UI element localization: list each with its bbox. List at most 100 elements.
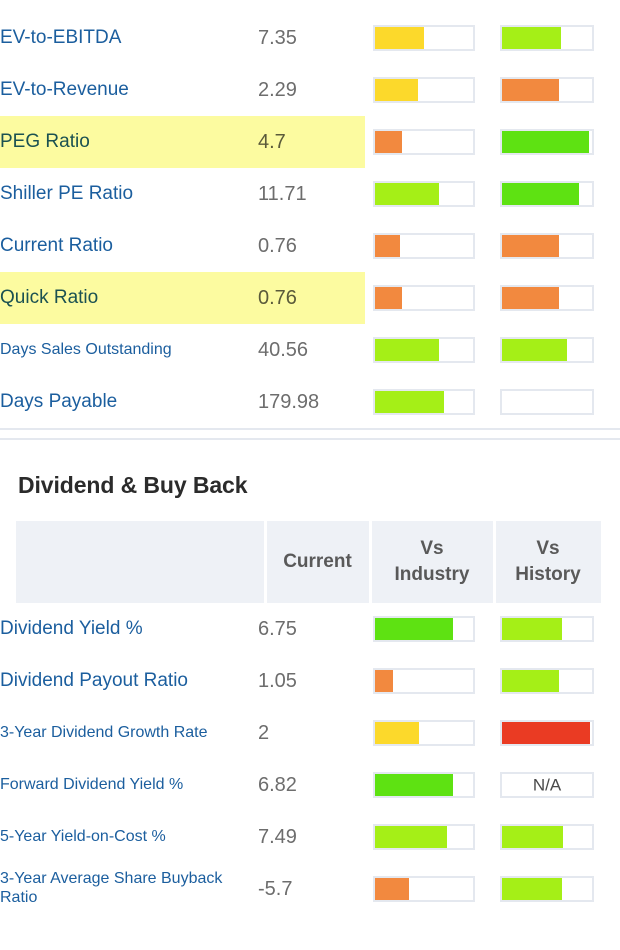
vs-history-bar bbox=[500, 233, 594, 259]
header-cell-vs-industry: Vs Industry bbox=[370, 521, 496, 603]
metric-label[interactable]: Quick Ratio bbox=[0, 272, 258, 324]
cell-vs-industry bbox=[365, 655, 493, 707]
bar-fill bbox=[375, 391, 444, 413]
bar-fill bbox=[502, 826, 564, 848]
vs-industry-bar bbox=[373, 233, 475, 259]
vs-history-bar bbox=[500, 129, 594, 155]
bar-fill bbox=[502, 878, 563, 900]
metric-label[interactable]: EV-to-EBITDA bbox=[0, 12, 258, 64]
vs-history-bar bbox=[500, 389, 594, 415]
bar-fill bbox=[375, 79, 419, 101]
metric-value: 1.05 bbox=[258, 669, 297, 692]
cell-vs-history bbox=[493, 12, 620, 64]
metric-value: 2.29 bbox=[258, 78, 297, 101]
metric-label[interactable]: Dividend Yield % bbox=[0, 603, 258, 655]
bar-fill bbox=[502, 339, 567, 361]
table-row: EV-to-Revenue 2.29 bbox=[0, 64, 620, 116]
table-row: Current Ratio 0.76 bbox=[0, 220, 620, 272]
metric-value: 6.75 bbox=[258, 617, 297, 640]
bar-fill bbox=[375, 670, 393, 692]
table-row: PEG Ratio 4.7 bbox=[0, 116, 620, 168]
table-row: EV-to-EBITDA 7.35 bbox=[0, 12, 620, 64]
vs-history-bar bbox=[500, 77, 594, 103]
bar-fill bbox=[375, 618, 454, 640]
bar-fill bbox=[375, 287, 403, 309]
metric-label[interactable]: 5-Year Yield-on-Cost % bbox=[0, 811, 258, 863]
top-spacer bbox=[0, 0, 620, 12]
vs-history-bar: N/A bbox=[500, 772, 594, 798]
header-left-spacer bbox=[0, 521, 16, 603]
metric-label[interactable]: EV-to-Revenue bbox=[0, 64, 258, 116]
metric-value: 7.35 bbox=[258, 26, 297, 49]
bar-na-label: N/A bbox=[532, 775, 562, 795]
cell-vs-industry bbox=[365, 376, 493, 428]
cell-vs-history bbox=[493, 116, 620, 168]
cell-vs-industry bbox=[365, 603, 493, 655]
cell-vs-history bbox=[493, 168, 620, 220]
metric-value: 7.49 bbox=[258, 825, 297, 848]
bar-fill bbox=[502, 27, 562, 49]
cell-vs-history bbox=[493, 655, 620, 707]
table-row: Shiller PE Ratio 11.71 bbox=[0, 168, 620, 220]
header-cell-current: Current bbox=[265, 521, 372, 603]
financial-metrics-page: EV-to-EBITDA 7.35 EV-to-Revenue 2.29 PEG Rat… bbox=[0, 0, 620, 950]
cell-vs-history bbox=[493, 64, 620, 116]
metric-label[interactable]: Dividend Payout Ratio bbox=[0, 655, 258, 707]
metric-label[interactable]: Shiller PE Ratio bbox=[0, 168, 258, 220]
cell-vs-industry bbox=[365, 64, 493, 116]
bar-fill bbox=[375, 878, 410, 900]
vs-history-bar bbox=[500, 285, 594, 311]
bar-fill bbox=[502, 79, 559, 101]
table-row: Forward Dividend Yield % 6.82 N/A bbox=[0, 759, 620, 811]
cell-vs-history bbox=[493, 376, 620, 428]
cell-vs-industry bbox=[365, 272, 493, 324]
metric-value: -5.7 bbox=[258, 877, 293, 900]
metric-value: 6.82 bbox=[258, 773, 297, 796]
table-row: 3-Year Dividend Growth Rate 2 bbox=[0, 707, 620, 759]
divider-line-bottom bbox=[0, 438, 620, 440]
vs-history-bar bbox=[500, 876, 594, 902]
vs-industry-bar bbox=[373, 772, 475, 798]
cell-vs-industry bbox=[365, 707, 493, 759]
bar-fill bbox=[375, 27, 424, 49]
metric-label[interactable]: PEG Ratio bbox=[0, 116, 258, 168]
metric-label[interactable]: 3-Year Average Share Buyback Ratio bbox=[0, 863, 258, 915]
metric-value: 11.71 bbox=[258, 182, 307, 205]
vs-industry-bar bbox=[373, 129, 475, 155]
metric-label[interactable]: Current Ratio bbox=[0, 220, 258, 272]
metric-label[interactable]: Days Payable bbox=[0, 376, 258, 428]
cell-vs-industry bbox=[365, 811, 493, 863]
metric-value: 40.56 bbox=[258, 338, 309, 361]
bar-fill bbox=[375, 131, 403, 153]
bar-fill bbox=[502, 183, 579, 205]
table-row: 5-Year Yield-on-Cost % 7.49 bbox=[0, 811, 620, 863]
cell-vs-history bbox=[493, 272, 620, 324]
valuation-table-body: EV-to-EBITDA 7.35 EV-to-Revenue 2.29 PEG Rat… bbox=[0, 12, 620, 428]
bar-fill bbox=[375, 826, 447, 848]
header-vs-industry-line1: Vs bbox=[420, 538, 444, 560]
cell-vs-industry bbox=[365, 12, 493, 64]
cell-vs-history bbox=[493, 863, 620, 915]
bar-fill bbox=[502, 131, 590, 153]
bar-fill bbox=[375, 235, 401, 257]
dividend-header-row: Current Vs Industry Vs History bbox=[0, 521, 620, 603]
metric-label[interactable]: 3-Year Dividend Growth Rate bbox=[0, 707, 258, 759]
table-row: Dividend Yield % 6.75 bbox=[0, 603, 620, 655]
vs-history-bar bbox=[500, 337, 594, 363]
vs-industry-bar bbox=[373, 25, 475, 51]
metric-value: 2 bbox=[258, 721, 270, 744]
bar-fill bbox=[502, 618, 563, 640]
header-vs-history-line1: Vs bbox=[536, 538, 560, 560]
bar-fill bbox=[375, 722, 420, 744]
vs-industry-bar bbox=[373, 77, 475, 103]
dividend-metrics-table: Dividend Yield % 6.75 Dividend Payout Rati… bbox=[0, 603, 620, 915]
cell-vs-industry bbox=[365, 116, 493, 168]
vs-industry-bar bbox=[373, 181, 475, 207]
cell-vs-industry bbox=[365, 220, 493, 272]
vs-industry-bar bbox=[373, 720, 475, 746]
vs-industry-bar bbox=[373, 285, 475, 311]
metric-label[interactable]: Forward Dividend Yield % bbox=[0, 759, 258, 811]
metric-label[interactable]: Days Sales Outstanding bbox=[0, 324, 258, 376]
cell-vs-history bbox=[493, 811, 620, 863]
section-title-dividend-buyback: Dividend & Buy Back bbox=[18, 472, 248, 498]
